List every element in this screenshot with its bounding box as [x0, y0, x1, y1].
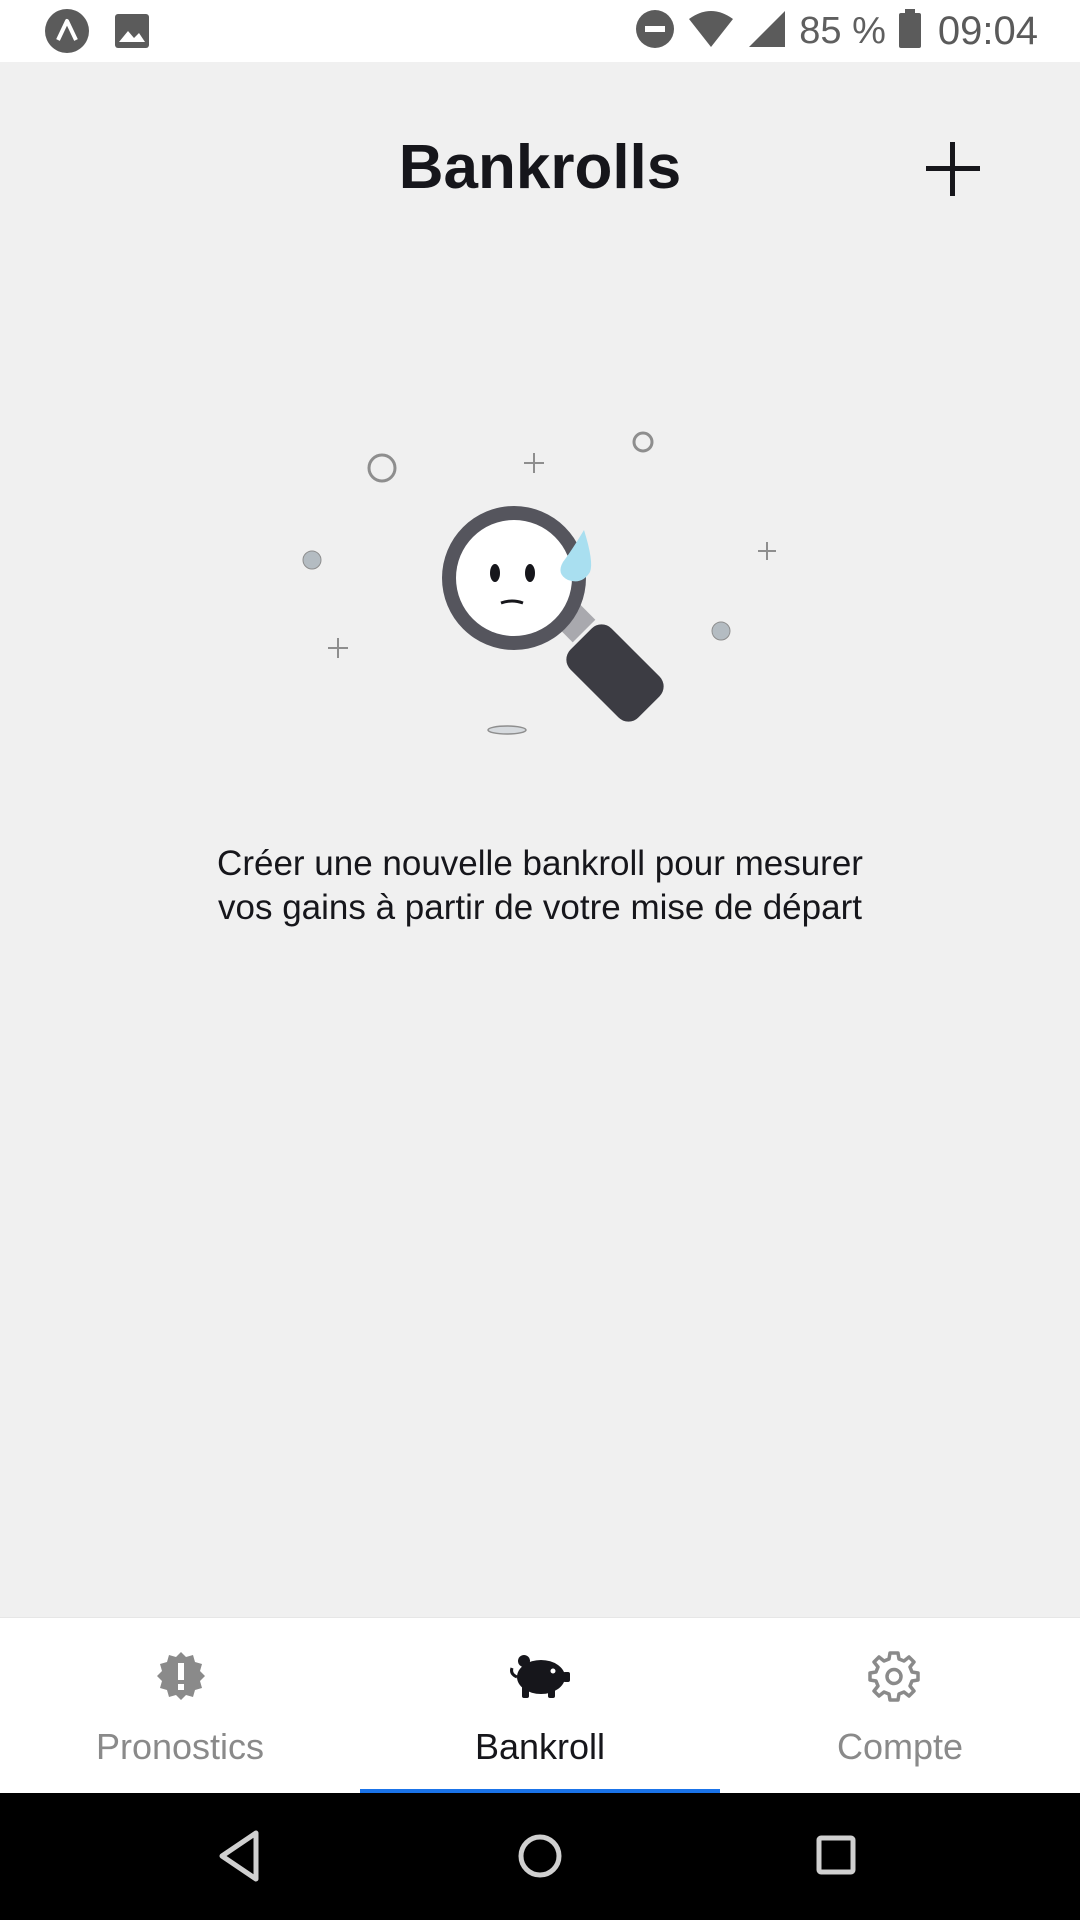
recents-button[interactable] [804, 1823, 870, 1889]
piggy-bank-icon [510, 1655, 570, 1698]
decor-circle [367, 453, 397, 483]
status-bar: 85 % 09:04 [0, 0, 1080, 62]
home-icon [518, 1834, 562, 1878]
tab-compte[interactable]: Compte [720, 1618, 1080, 1794]
cell-signal-icon [747, 9, 787, 54]
recents-icon [816, 1835, 856, 1875]
clock: 09:04 [937, 8, 1038, 53]
home-button[interactable] [507, 1823, 573, 1889]
system-navigation-bar [0, 1793, 1080, 1920]
tab-compte-label: Compte [836, 1726, 964, 1767]
empty-state-message: Créer une nouvelle bankroll pour mesurer… [0, 842, 1080, 930]
empty-state-illustration [290, 420, 790, 740]
plus-icon [926, 142, 980, 196]
tab-pronostics[interactable]: Pronostics [0, 1618, 360, 1794]
gear-icon [868, 1651, 920, 1702]
tab-bankroll-label: Bankroll [474, 1726, 606, 1767]
battery-icon [898, 8, 922, 54]
back-button[interactable] [208, 1823, 274, 1889]
add-bankroll-button[interactable] [918, 134, 988, 204]
do-not-disturb-icon [635, 9, 675, 54]
empty-state-line-2: vos gains à partir de votre mise de dépa… [218, 888, 862, 927]
image-notification-icon [114, 13, 150, 54]
decor-dot [302, 550, 322, 570]
screen: 85 % 09:04 Bankrolls Créer une nouvelle … [0, 0, 1080, 1920]
battery-percent: 85 % [799, 9, 886, 52]
decor-dash [487, 725, 527, 735]
bottom-navigation: Pronostics Bankroll Compte [0, 1617, 1080, 1795]
header: Bankrolls [0, 62, 1080, 272]
back-icon [219, 1830, 259, 1882]
tab-bankroll[interactable]: Bankroll [360, 1618, 720, 1794]
wifi-icon [687, 9, 735, 54]
alert-badge-icon [157, 1652, 205, 1700]
decor-circle [632, 431, 654, 453]
app-notification-icon [44, 8, 90, 59]
decor-dot [711, 621, 731, 641]
tab-pronostics-label: Pronostics [95, 1726, 265, 1767]
empty-state-line-1: Créer une nouvelle bankroll pour mesurer [217, 844, 863, 883]
